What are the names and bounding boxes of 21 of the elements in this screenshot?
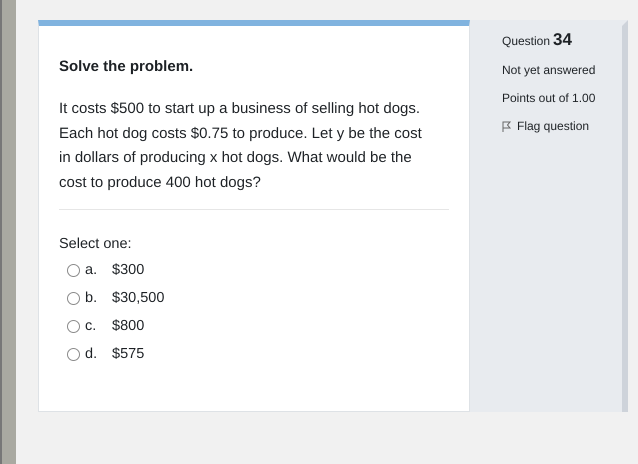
option-label[interactable]: $300 bbox=[112, 262, 144, 278]
points-label: Points out of 1.00 bbox=[502, 91, 596, 105]
option-label[interactable]: $575 bbox=[112, 346, 144, 362]
radio-button[interactable] bbox=[67, 264, 80, 276]
option-letter: d. bbox=[85, 346, 98, 362]
question-text: It costs $500 to start up a business of selling hot dogs. Each hot dog costs $0.75 to produce. Let y be the cost in dollars of producing x hot dogs. What would be the cost to produce 400 hot dogs? bbox=[59, 99, 423, 192]
option-letter: a. bbox=[85, 262, 98, 278]
flag-link[interactable]: Flag question bbox=[517, 119, 590, 133]
flag-icon[interactable] bbox=[502, 120, 511, 132]
question-heading: Solve the problem. bbox=[59, 58, 194, 75]
option-letter: b. bbox=[85, 290, 98, 306]
option-label[interactable]: $30,500 bbox=[112, 290, 164, 306]
option-label[interactable]: $800 bbox=[112, 318, 144, 334]
question-label: Question bbox=[502, 34, 550, 48]
question-number: 34 bbox=[553, 30, 572, 50]
radio-button[interactable] bbox=[67, 320, 80, 332]
answer-status: Not yet answered bbox=[502, 63, 596, 77]
radio-button[interactable] bbox=[67, 292, 80, 304]
option-letter: c. bbox=[85, 318, 98, 334]
select-prompt: Select one: bbox=[59, 236, 133, 252]
radio-button[interactable] bbox=[67, 348, 80, 360]
